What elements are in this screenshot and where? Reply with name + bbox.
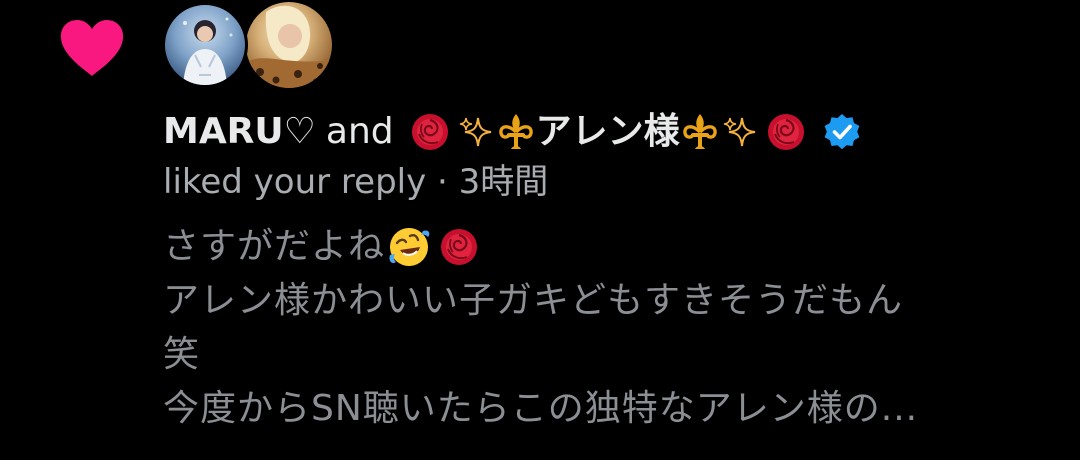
reply-line-text: 今度からSN聴いたらこの独特なアレン様の... <box>163 388 919 429</box>
joiner-text: and <box>325 111 394 152</box>
heart-icon <box>58 18 126 78</box>
fleur-de-lis-icon <box>681 112 719 152</box>
verified-badge-icon <box>822 112 862 152</box>
like-notification[interactable]: MARU♡ and アレン様 liked your reply · 3時間 さす… <box>0 0 1080 460</box>
avatar[interactable] <box>246 2 332 88</box>
avatar-leopard-photo <box>246 5 332 88</box>
reply-line: 笑 <box>163 328 1063 382</box>
reply-preview[interactable]: さすがだよね アレン様かわいい子ガキどもすきそうだもん 笑 今度からSN聴いたら… <box>163 220 1063 436</box>
reply-line-text: さすがだよね <box>163 226 386 267</box>
sparkles-icon <box>722 114 758 150</box>
rose-icon <box>410 112 450 152</box>
reply-line-text: アレン様かわいい子ガキどもすきそうだもん <box>163 280 904 321</box>
sparkles-icon <box>458 114 494 150</box>
notification-action: liked your reply · 3時間 <box>163 162 549 202</box>
avatar-performer-photo <box>183 17 233 85</box>
rose-icon <box>439 227 479 267</box>
reply-line-text: 笑 <box>163 334 201 375</box>
rolling-on-floor-laughing-icon <box>387 225 431 269</box>
rose-icon <box>766 112 806 152</box>
avatar-group <box>162 0 352 92</box>
notification-users: MARU♡ and アレン様 <box>163 106 862 158</box>
fleur-de-lis-icon <box>497 112 535 152</box>
user-name[interactable]: MARU♡ <box>163 108 316 156</box>
user-name[interactable]: アレン様 <box>536 108 680 156</box>
reply-line: アレン様かわいい子ガキどもすきそうだもん <box>163 274 1063 328</box>
avatar[interactable] <box>162 2 248 88</box>
reply-line: さすがだよね <box>163 220 1063 274</box>
reply-line: 今度からSN聴いたらこの独特なアレン様の... <box>163 382 1063 436</box>
